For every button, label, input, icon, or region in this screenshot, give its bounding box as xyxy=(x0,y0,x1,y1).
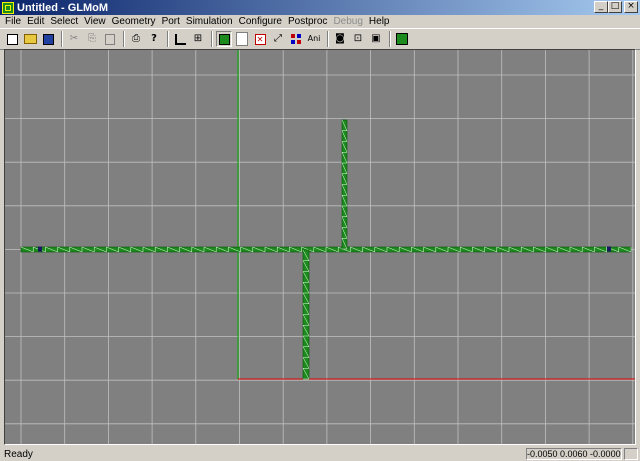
delete-button[interactable]: ✕ xyxy=(252,31,268,47)
mesh-view-button[interactable] xyxy=(216,31,232,47)
window-controls: _ □ × xyxy=(594,1,638,13)
menu-geometry[interactable]: Geometry xyxy=(109,16,159,28)
save-button[interactable] xyxy=(40,31,56,47)
color-map-button[interactable] xyxy=(288,31,304,47)
port-marker[interactable] xyxy=(607,246,611,252)
open-folder-icon xyxy=(23,34,37,44)
toolbar-separator xyxy=(327,31,329,47)
export-button[interactable]: ▣ xyxy=(368,31,384,47)
animate-icon: Ani xyxy=(307,34,321,43)
color-map-icon xyxy=(291,34,301,44)
title-bar: Untitled - GLMoM _ □ × xyxy=(0,0,640,15)
print-button[interactable]: ⎙ xyxy=(128,31,144,47)
measure-icon: ⊞ xyxy=(193,33,203,44)
geometry-canvas[interactable] xyxy=(5,50,635,444)
zoom-fit-button[interactable]: ⊡ xyxy=(350,31,366,47)
ruler-icon xyxy=(174,33,186,45)
copy-button[interactable]: ⎘ xyxy=(84,31,100,47)
toolbar-separator xyxy=(61,31,63,47)
menu-view[interactable]: View xyxy=(81,16,109,28)
toolbar: ✂ ⎘ ⎙ ? ⊞ ✕ ⤢ Ani ◙ ⊡ ▣ xyxy=(0,28,640,50)
mesh-settings-icon xyxy=(396,33,408,45)
measure-button[interactable]: ⊞ xyxy=(190,31,206,47)
camera-icon: ◙ xyxy=(335,33,345,44)
status-bar: Ready -0.0050 0.0060 -0.0000 xyxy=(0,447,640,461)
menu-edit[interactable]: Edit xyxy=(24,16,47,28)
menu-select[interactable]: Select xyxy=(47,16,81,28)
animate-button[interactable]: Ani xyxy=(306,31,322,47)
export-icon: ▣ xyxy=(371,33,381,44)
menu-debug[interactable]: Debug xyxy=(330,16,365,28)
delete-icon: ✕ xyxy=(254,33,266,45)
mesh-view-icon xyxy=(218,33,230,45)
help-button[interactable]: ? xyxy=(146,31,162,47)
cut-icon: ✂ xyxy=(69,33,79,44)
open-file-button[interactable] xyxy=(22,31,38,47)
menu-help[interactable]: Help xyxy=(366,16,393,28)
status-indicator xyxy=(624,448,638,460)
zoom-fit-icon: ⊡ xyxy=(353,33,363,44)
paste-button[interactable] xyxy=(102,31,118,47)
menu-port[interactable]: Port xyxy=(159,16,183,28)
lower-vertical-wire xyxy=(302,249,310,380)
menu-file[interactable]: File xyxy=(2,16,24,28)
menu-bar: File Edit Select View Geometry Port Simulation… xyxy=(0,15,640,28)
paste-icon xyxy=(105,33,115,45)
toolbar-separator xyxy=(211,31,213,47)
cursor-coordinates: -0.0050 0.0060 -0.0000 xyxy=(526,448,622,460)
fit-icon: ⤢ xyxy=(274,33,282,44)
upper-vertical-wire xyxy=(341,119,348,250)
close-button[interactable]: × xyxy=(624,1,638,13)
new-file-button[interactable] xyxy=(4,31,20,47)
status-message: Ready xyxy=(4,448,33,460)
blank-view-button[interactable] xyxy=(234,31,250,47)
copy-icon: ⎘ xyxy=(88,33,96,44)
help-icon: ? xyxy=(151,33,157,44)
camera-button[interactable]: ◙ xyxy=(332,31,348,47)
print-icon: ⎙ xyxy=(132,33,140,44)
minimize-button[interactable]: _ xyxy=(594,1,608,13)
menu-postproc[interactable]: Postproc xyxy=(285,16,330,28)
toolbar-separator xyxy=(167,31,169,47)
toolbar-separator xyxy=(389,31,391,47)
cut-button[interactable]: ✂ xyxy=(66,31,82,47)
toolbar-separator xyxy=(123,31,125,47)
menu-configure[interactable]: Configure xyxy=(236,16,285,28)
mesh-settings-button[interactable] xyxy=(394,31,410,47)
window-title: Untitled - GLMoM xyxy=(17,1,109,14)
blank-view-icon xyxy=(236,32,248,46)
maximize-button[interactable]: □ xyxy=(608,1,622,13)
horizontal-wire xyxy=(20,246,632,253)
fit-button[interactable]: ⤢ xyxy=(270,31,286,47)
save-icon xyxy=(42,33,54,45)
port-marker[interactable] xyxy=(38,246,42,252)
menu-simulation[interactable]: Simulation xyxy=(183,16,236,28)
geometry-viewport[interactable] xyxy=(4,49,636,445)
app-icon[interactable] xyxy=(2,1,14,14)
new-file-icon xyxy=(6,33,18,45)
ruler-button[interactable] xyxy=(172,31,188,47)
